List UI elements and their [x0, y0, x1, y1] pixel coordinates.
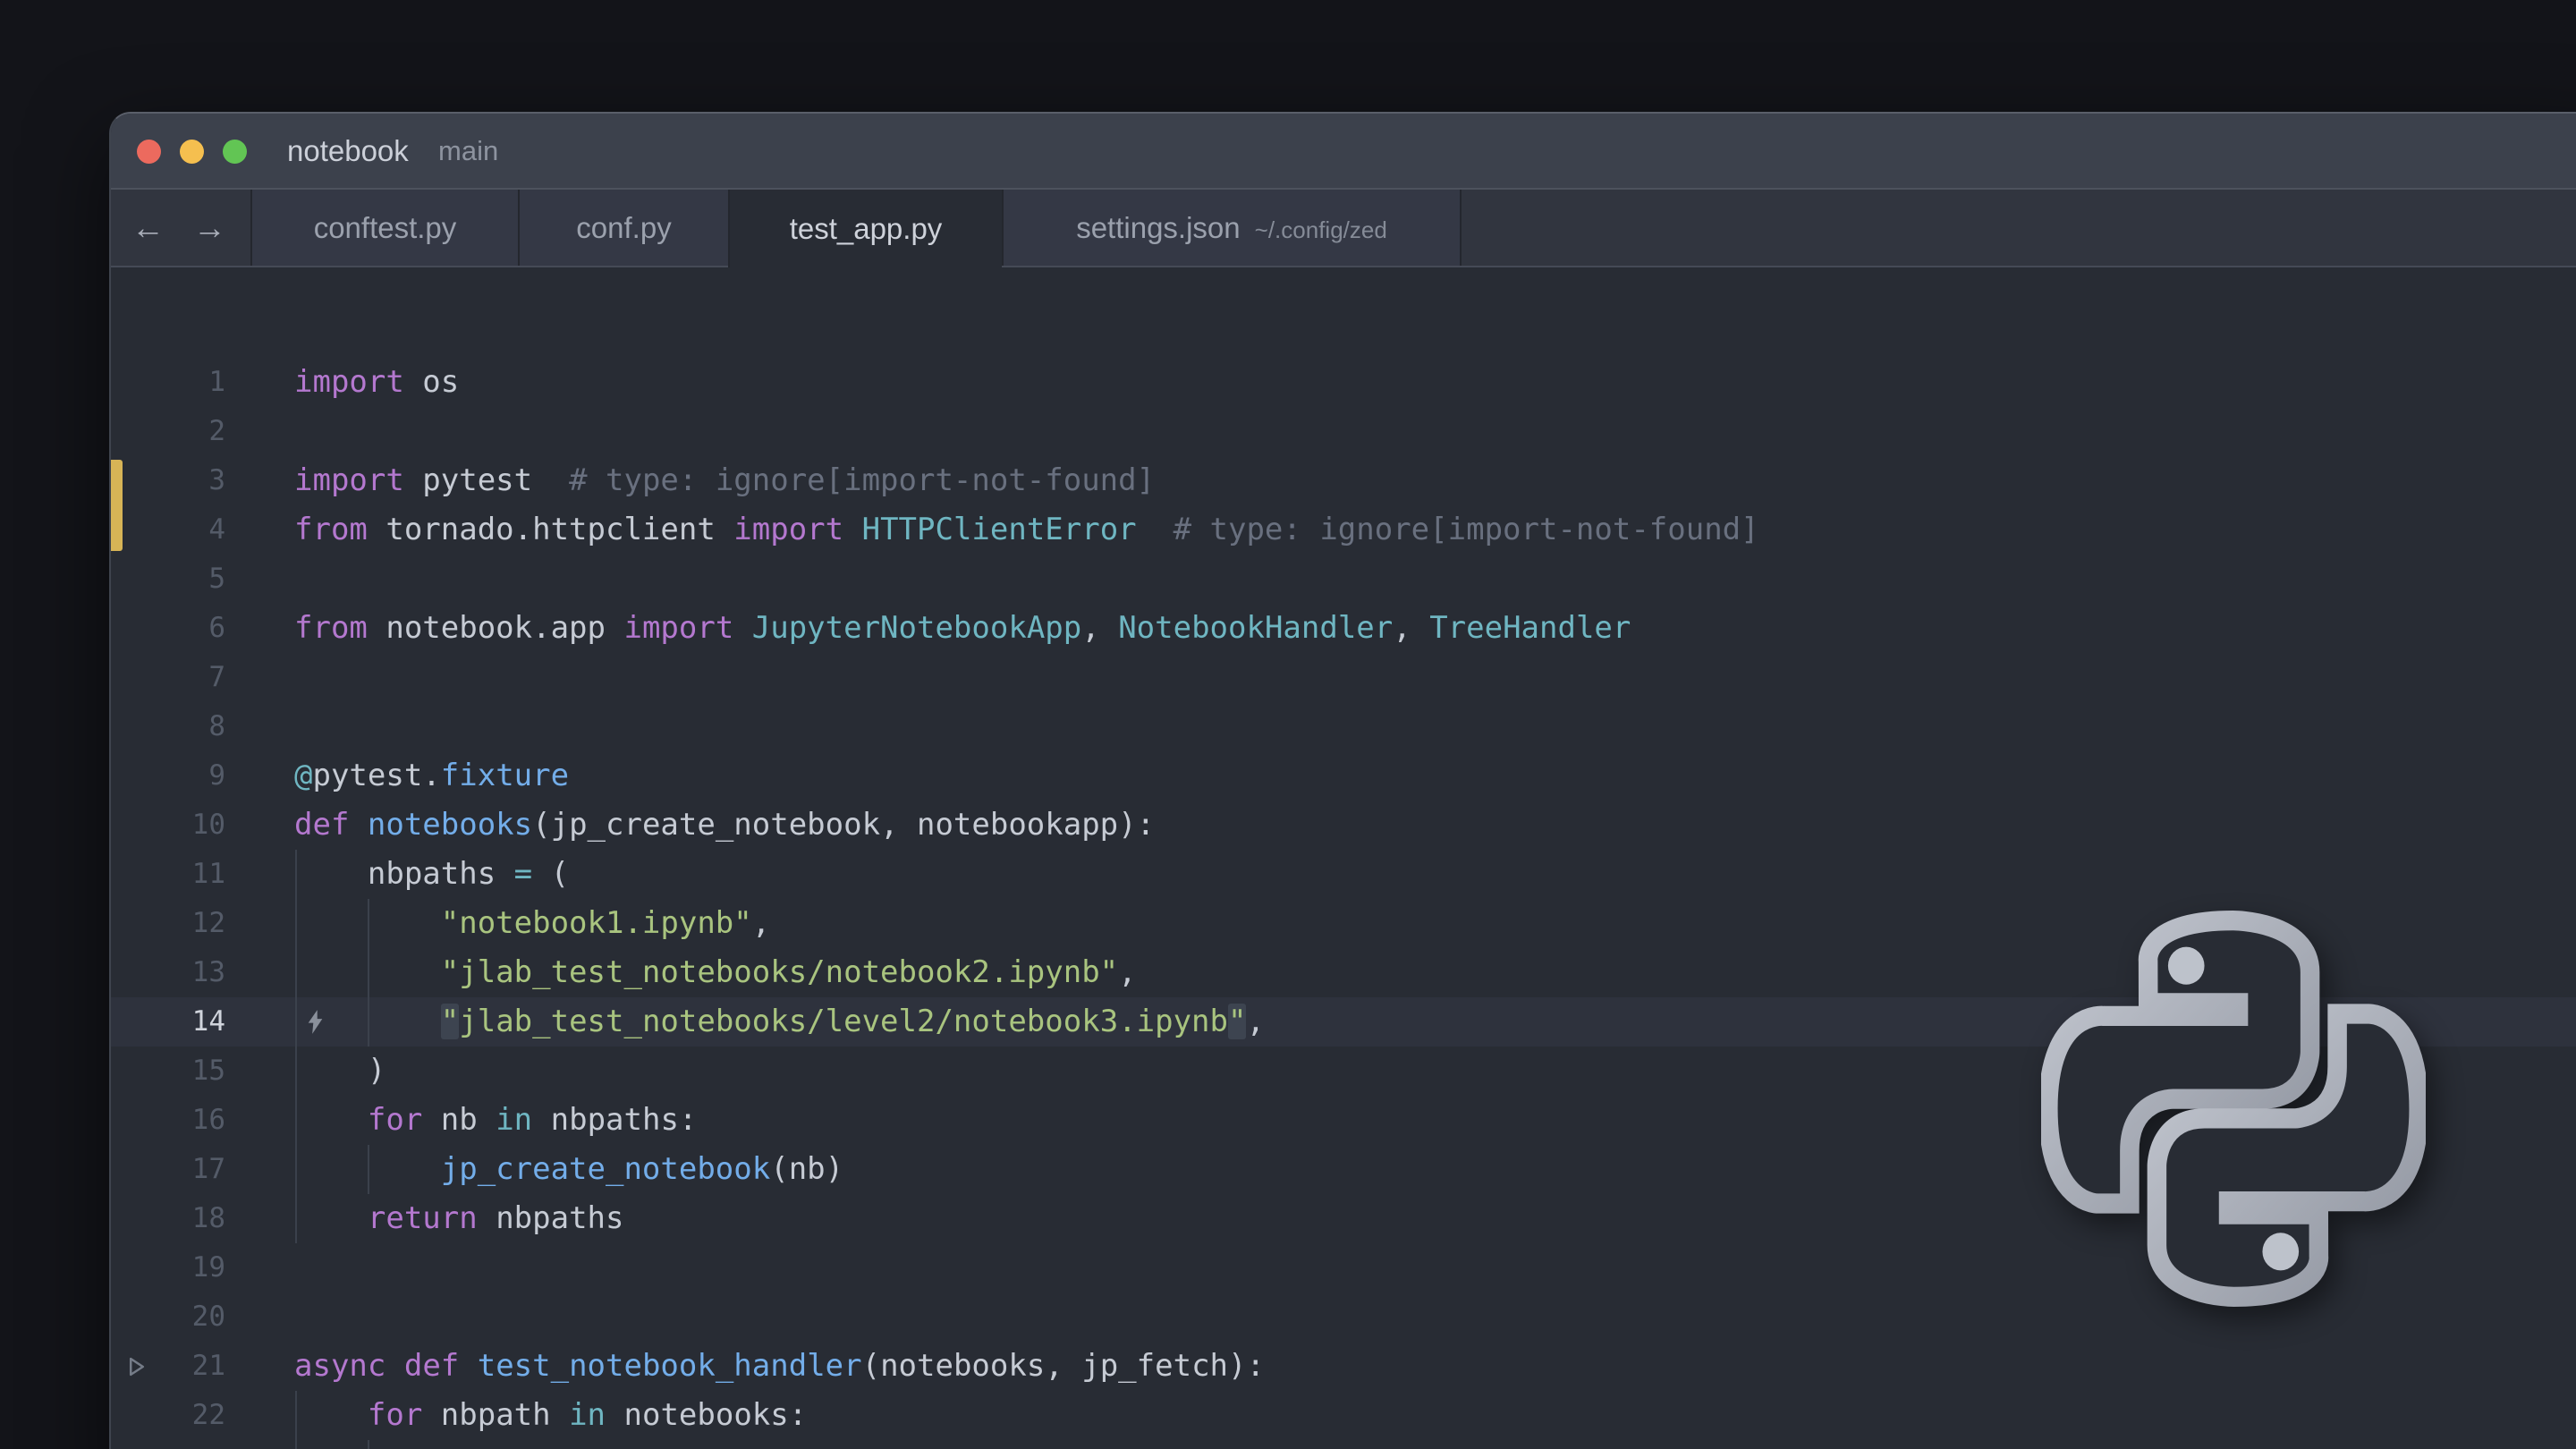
code-text: def notebooks(jp_create_notebook, notebo… — [294, 801, 1155, 850]
run-test-play-icon[interactable] — [127, 1342, 147, 1391]
window-title: notebook — [287, 114, 409, 188]
tab-label: settings.json — [1076, 211, 1240, 245]
code-row-18[interactable]: 18 return nbpaths — [111, 1194, 2576, 1243]
line-number[interactable]: 2 — [111, 407, 225, 456]
code-editor[interactable]: 1 import os 23 import pytest # type: ignore… — [111, 328, 2576, 1449]
line-number[interactable]: 18 — [111, 1194, 225, 1243]
code-text: for nbpath in notebooks: — [294, 1391, 807, 1440]
code-row-14[interactable]: 14 "jlab_test_notebooks/level2/notebook3… — [111, 997, 2576, 1046]
code-row-7[interactable]: 7 — [111, 653, 2576, 702]
lightning-code-action-icon[interactable] — [303, 997, 327, 1046]
indent-guide — [368, 1440, 369, 1449]
line-number[interactable]: 3 — [111, 456, 225, 505]
code-row-15[interactable]: 15 ) — [111, 1046, 2576, 1096]
tab-strip: conftest.py conf.py test_app.py settings.js… — [250, 190, 1462, 266]
back-arrow-icon[interactable]: ← — [131, 190, 165, 266]
tab-conftest-py[interactable]: conftest.py — [250, 190, 518, 266]
breadcrumb[interactable]: tests/test_app.py›def notebooks — [111, 267, 2576, 330]
tab-label: conftest.py — [314, 211, 457, 245]
line-number[interactable]: 5 — [111, 555, 225, 604]
code-row-19[interactable]: 19 — [111, 1243, 2576, 1292]
tab-bar: ← → conftest.py conf.py test_app.py setting… — [111, 190, 2576, 267]
code-text: nbpaths = ( — [294, 850, 569, 899]
line-number[interactable]: 17 — [111, 1145, 225, 1194]
line-number[interactable]: 15 — [111, 1046, 225, 1096]
code-row-11[interactable]: 11 nbpaths = ( — [111, 850, 2576, 899]
code-row-20[interactable]: 20 — [111, 1292, 2576, 1342]
code-text: import pytest # type: ignore[import-not-… — [294, 456, 1155, 505]
code-text: from tornado.httpclient import HTTPClien… — [294, 505, 1759, 555]
code-text: async def test_notebook_handler(notebook… — [294, 1342, 1265, 1391]
line-number[interactable]: 20 — [111, 1292, 225, 1342]
code-text: ) — [294, 1046, 386, 1096]
code-row-13[interactable]: 13 "jlab_test_notebooks/notebook2.ipynb"… — [111, 948, 2576, 997]
line-number[interactable]: 4 — [111, 505, 225, 555]
code-text: "jlab_test_notebooks/level2/notebook3.ip… — [294, 997, 1265, 1046]
code-row-2[interactable]: 2 — [111, 407, 2576, 456]
code-text: jp_create_notebook(nb) — [294, 1145, 843, 1194]
line-number[interactable]: 16 — [111, 1096, 225, 1145]
line-number[interactable]: 22 — [111, 1391, 225, 1440]
tab-settings-json[interactable]: settings.json ~/.config/zed — [1002, 190, 1462, 266]
code-text: @pytest.fixture — [294, 751, 569, 801]
line-number[interactable]: 19 — [111, 1243, 225, 1292]
line-number[interactable]: 6 — [111, 604, 225, 653]
line-number[interactable]: 9 — [111, 751, 225, 801]
line-number[interactable]: 12 — [111, 899, 225, 948]
code-text: for nb in nbpaths: — [294, 1096, 697, 1145]
code-text: return nbpaths — [294, 1194, 623, 1243]
code-row-12[interactable]: 12 "notebook1.ipynb", — [111, 899, 2576, 948]
tab-test_app-py[interactable]: test_app.py — [728, 190, 1002, 267]
code-row-16[interactable]: 16 for nb in nbpaths: — [111, 1096, 2576, 1145]
code-row-17[interactable]: 17 jp_create_notebook(nb) — [111, 1145, 2576, 1194]
title-bar: notebook main — [111, 114, 2576, 190]
line-number[interactable]: 1 — [111, 358, 225, 407]
code-row-21[interactable]: 21async def test_notebook_handler(notebo… — [111, 1342, 2576, 1391]
code-row-3[interactable]: 3 import pytest # type: ignore[import-not… — [111, 456, 2576, 505]
code-text: from notebook.app import JupyterNotebook… — [294, 604, 1631, 653]
line-number[interactable]: 8 — [111, 702, 225, 751]
zoom-button[interactable] — [223, 140, 247, 164]
tab-conf-py[interactable]: conf.py — [518, 190, 728, 266]
line-number[interactable]: 7 — [111, 653, 225, 702]
git-branch-label[interactable]: main — [438, 114, 498, 188]
line-number[interactable]: 14 — [111, 997, 225, 1046]
code-row-9[interactable]: 9 @pytest.fixture — [111, 751, 2576, 801]
line-number[interactable]: 13 — [111, 948, 225, 997]
code-row-6[interactable]: 6 from notebook.app import JupyterNoteboo… — [111, 604, 2576, 653]
line-number[interactable]: 11 — [111, 850, 225, 899]
code-row-8[interactable]: 8 — [111, 702, 2576, 751]
code-row-22[interactable]: 22 for nbpath in notebooks: — [111, 1391, 2576, 1440]
close-button[interactable] — [137, 140, 161, 164]
desktop-background: notebook main ← → conftest.py conf.py test… — [0, 0, 2576, 1449]
code-text: "jlab_test_notebooks/notebook2.ipynb", — [294, 948, 1137, 997]
minimize-button[interactable] — [180, 140, 204, 164]
zed-editor-window: notebook main ← → conftest.py conf.py test… — [109, 112, 2576, 1449]
tab-detail: ~/.config/zed — [1255, 216, 1387, 244]
code-row-4[interactable]: 4 from tornado.httpclient import HTTPClie… — [111, 505, 2576, 555]
code-text: "notebook1.ipynb", — [294, 899, 770, 948]
code-row-5[interactable]: 5 — [111, 555, 2576, 604]
tab-nav-buttons: ← → — [111, 190, 250, 266]
forward-arrow-icon[interactable]: → — [193, 190, 226, 266]
code-row-1[interactable]: 1 import os — [111, 358, 2576, 407]
code-text: import os — [294, 358, 459, 407]
tab-label: test_app.py — [790, 212, 943, 246]
line-number[interactable]: 10 — [111, 801, 225, 850]
code-row-10[interactable]: 10 def notebooks(jp_create_notebook, note… — [111, 801, 2576, 850]
tab-label: conf.py — [576, 211, 671, 245]
tab-bar-filler — [1462, 190, 2576, 266]
